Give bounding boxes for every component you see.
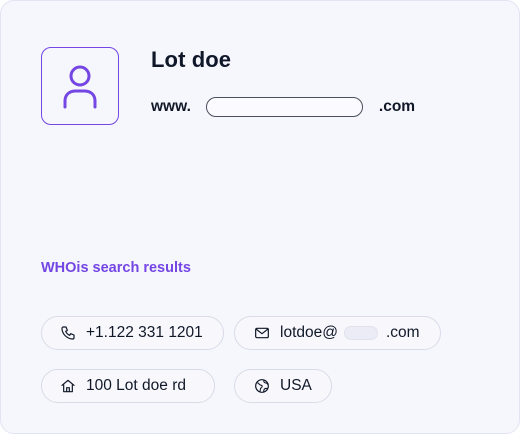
website-suffix: .com (378, 98, 416, 115)
profile-name: Lot doe (151, 47, 232, 72)
website-domain-field (205, 97, 363, 117)
avatar (41, 47, 119, 125)
home-icon (60, 378, 76, 394)
email-chip: lotdoe@ .com (234, 316, 441, 350)
globe-icon (254, 378, 270, 394)
address-chip: 100 Lot doe rd (41, 369, 215, 403)
website-row: www. .com (151, 96, 415, 118)
phone-value: +1.122 331 1201 (86, 324, 203, 341)
user-icon (60, 62, 100, 110)
country-chip: USA (234, 369, 332, 403)
mail-icon (254, 325, 270, 341)
email-suffix: .com (385, 324, 420, 341)
section-title: WHOis search results (41, 260, 191, 276)
country-value: USA (280, 377, 312, 394)
email-domain-mask (343, 326, 378, 340)
whois-card: Lot doe www. .com WHOis search results +… (0, 0, 520, 434)
address-value: 100 Lot doe rd (86, 377, 186, 394)
phone-icon (60, 325, 76, 341)
email-user: lotdoe@ (280, 324, 338, 341)
website-prefix: www. (151, 98, 191, 115)
phone-chip: +1.122 331 1201 (41, 316, 224, 350)
